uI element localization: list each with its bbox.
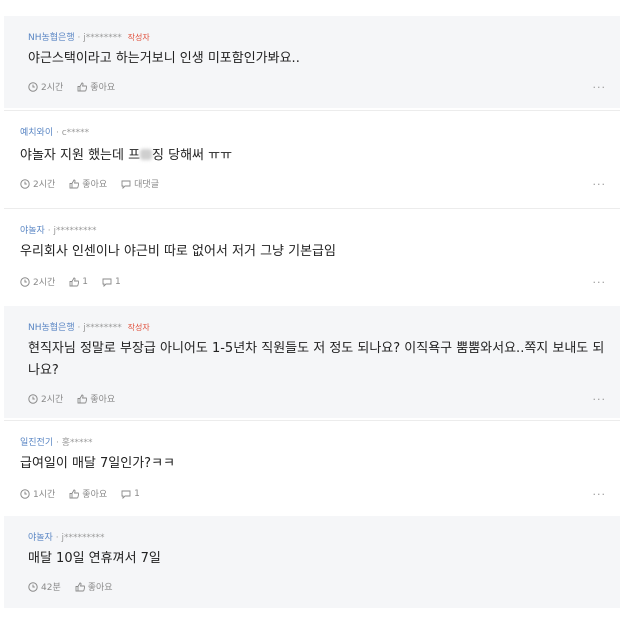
comment-meta: 야놀자 · j********* — [20, 223, 96, 236]
reply-button[interactable]: 대댓글 — [121, 177, 159, 190]
thumbs-up-icon — [69, 277, 80, 286]
clock-icon — [28, 81, 38, 92]
speech-bubble-icon — [121, 490, 131, 499]
comment-text: 매달 10일 연휴껴서 7일 — [28, 551, 161, 566]
comment-meta: NH농협은행 · j******** 작성자 — [28, 320, 150, 333]
like-label: 좋아요 — [82, 490, 108, 500]
speech-bubble-icon — [121, 180, 131, 189]
comment-reply: 야놀자 · j********* 매달 10일 연휴껴서 7일 42분 좋아요 — [4, 516, 620, 608]
more-icon[interactable]: ... — [593, 175, 607, 188]
like-button[interactable]: 좋아요 — [75, 580, 113, 593]
clock-icon — [28, 581, 38, 592]
reply-button[interactable]: 1 — [121, 489, 140, 499]
author-id: · j********* — [55, 533, 105, 543]
author-id: · c***** — [56, 128, 90, 138]
author-id: · j******** — [77, 33, 122, 43]
comment-text: 야놀자 지원 했는데 프 징 당해써 ㅠㅠ — [20, 145, 580, 167]
comment-reply: NH농협은행 · j******** 작성자 현직자님 정말로 부장급 아니어도… — [4, 306, 620, 418]
author-id: · j********* — [47, 226, 97, 236]
reply-button[interactable]: 1 — [102, 277, 121, 287]
like-count: 1 — [82, 276, 89, 287]
like-button[interactable]: 좋아요 — [69, 177, 107, 190]
timestamp: 1시간 — [20, 487, 55, 500]
comment-meta: 야놀자 · j********* — [28, 530, 104, 543]
comment-actions: 2시간 1 1 — [20, 275, 135, 288]
author-badge: 작성자 — [127, 33, 150, 42]
like-button[interactable]: 좋아요 — [77, 80, 115, 93]
timestamp: 2시간 — [28, 80, 63, 93]
more-icon[interactable]: ... — [593, 485, 607, 498]
like-button[interactable]: 1 — [69, 277, 88, 287]
comment-actions: 2시간 좋아요 대댓글 — [20, 177, 173, 190]
comment-item: 예치와이 · c***** 야놀자 지원 했는데 프 징 당해써 ㅠㅠ 2시간 좋… — [4, 110, 620, 206]
time-label: 1시간 — [33, 490, 56, 500]
clock-icon — [20, 276, 30, 287]
clock-icon — [28, 393, 38, 404]
time-label: 42분 — [41, 583, 61, 593]
time-label: 2시간 — [41, 83, 64, 93]
like-button[interactable]: 좋아요 — [69, 487, 107, 500]
comment-text: 우리회사 인센이나 야근비 따로 없어서 저거 그냥 기본급임 — [20, 244, 336, 259]
like-button[interactable]: 좋아요 — [77, 392, 115, 405]
thumbs-up-icon — [75, 582, 85, 591]
more-icon[interactable]: ... — [593, 390, 607, 403]
thumbs-up-icon — [77, 394, 88, 403]
timestamp: 2시간 — [20, 275, 55, 288]
comment-actions: 1시간 좋아요 1 — [20, 487, 154, 500]
company-name[interactable]: 예치와이 — [20, 128, 53, 138]
time-label: 2시간 — [33, 278, 56, 288]
comment-reply: NH농협은행 · j******** 작성자 야근스택이라고 하는거보니 인생 … — [4, 16, 620, 108]
comment-actions: 2시간 좋아요 — [28, 80, 129, 93]
comment-text-start: 야놀자 지원 했는데 프 — [20, 148, 141, 163]
reply-label: 대댓글 — [134, 180, 159, 190]
like-label: 좋아요 — [90, 83, 116, 93]
speech-bubble-icon — [102, 278, 112, 287]
reply-count: 1 — [134, 488, 140, 499]
clock-icon — [20, 178, 30, 189]
timestamp: 42분 — [28, 580, 61, 593]
comment-text: 야근스택이라고 하는거보니 인생 미포함인가봐요.. — [28, 51, 300, 66]
author-badge: 작성자 — [127, 323, 150, 332]
company-name[interactable]: 일진전기 — [20, 438, 53, 448]
comment-text-end: 징 당해써 ㅠㅠ — [152, 148, 233, 163]
more-icon[interactable]: ... — [593, 78, 607, 91]
time-label: 2시간 — [33, 180, 56, 190]
thumbs-up-icon — [77, 82, 88, 91]
company-name[interactable]: NH농협은행 — [28, 323, 75, 333]
like-label: 좋아요 — [82, 180, 108, 190]
thumbs-up-icon — [69, 489, 80, 498]
like-label: 좋아요 — [87, 583, 113, 593]
reply-count: 1 — [115, 276, 121, 287]
comment-list: NH농협은행 · j******** 작성자 야근스택이라고 하는거보니 인생 … — [0, 0, 640, 632]
comment-meta: 예치와이 · c***** — [20, 125, 89, 138]
company-name[interactable]: 야놀자 — [20, 226, 45, 236]
comment-text: 현직자님 정말로 부장급 아니어도 1-5년차 직원들도 저 정도 되나요? 이… — [28, 341, 605, 378]
timestamp: 2시간 — [20, 177, 55, 190]
comment-actions: 42분 좋아요 — [28, 580, 127, 593]
comment-item: 일진전기 · 홍***** 급여일이 매달 7일인가?ㅋㅋ 1시간 좋아요 1 … — [4, 420, 620, 514]
comment-actions: 2시간 좋아요 — [28, 392, 129, 405]
comment-meta: 일진전기 · 홍***** — [20, 435, 93, 448]
time-label: 2시간 — [41, 395, 64, 405]
thumbs-up-icon — [69, 179, 80, 188]
comment-meta: NH농협은행 · j******** 작성자 — [28, 30, 150, 43]
author-id: · 홍***** — [56, 438, 93, 448]
timestamp: 2시간 — [28, 392, 63, 405]
comment-text: 급여일이 매달 7일인가?ㅋㅋ — [20, 456, 175, 471]
censored-blur — [140, 149, 153, 160]
like-label: 좋아요 — [90, 395, 116, 405]
more-icon[interactable]: ... — [593, 273, 607, 286]
company-name[interactable]: NH농협은행 — [28, 33, 75, 43]
author-id: · j******** — [77, 323, 122, 333]
company-name[interactable]: 야놀자 — [28, 533, 53, 543]
comment-item: 야놀자 · j********* 우리회사 인센이나 야근비 따로 없어서 저거… — [4, 208, 620, 304]
clock-icon — [20, 488, 30, 499]
